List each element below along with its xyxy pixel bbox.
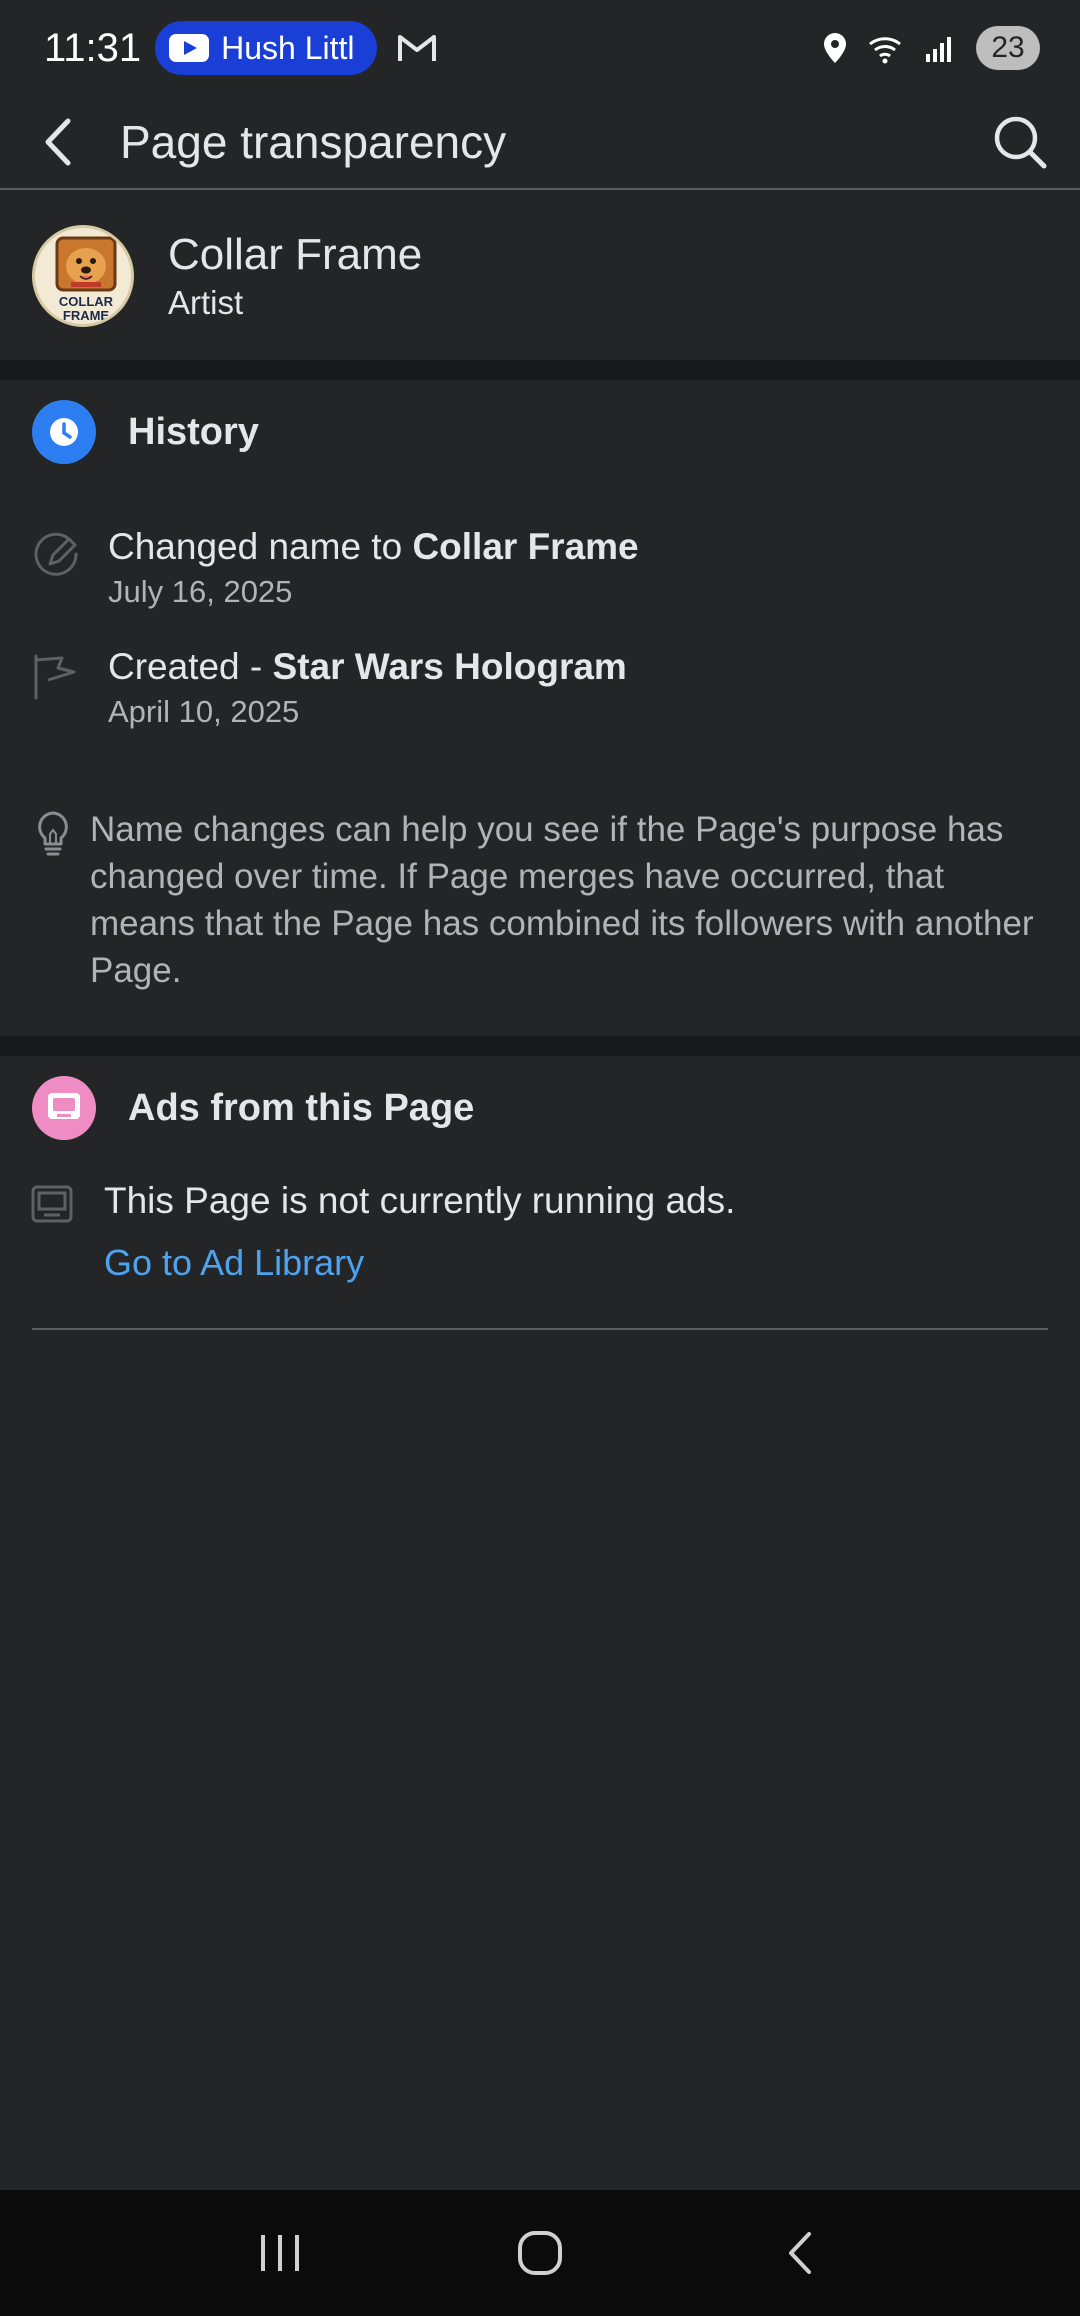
status-bar: 11:31 Hush Littl 23 (0, 0, 1080, 96)
recent-apps-button[interactable] (230, 2213, 330, 2293)
history-item: Created - Star Wars Hologram April 10, 2… (30, 646, 627, 730)
history-item-bold: Collar Frame (412, 526, 639, 567)
ads-monitor-icon (32, 1076, 96, 1140)
page-category: Artist (168, 284, 244, 321)
ad-library-link[interactable]: Go to Ad Library (104, 1242, 735, 1284)
history-item: Changed name to Collar Frame July 16, 20… (30, 526, 639, 610)
history-item-text: Created - Star Wars Hologram (108, 646, 627, 687)
history-item-bold: Star Wars Hologram (272, 646, 627, 687)
ads-section-header: Ads from this Page (32, 1076, 474, 1140)
page-name: Collar Frame (168, 230, 423, 279)
home-icon (518, 2231, 562, 2275)
avatar-text-line1: COLLAR (59, 294, 114, 309)
monitor-icon (31, 1185, 73, 1223)
status-indicators: 23 (820, 26, 1040, 70)
lightbulb-icon (38, 811, 68, 856)
page-profile-header[interactable]: COLLAR FRAME Collar Frame Artist (0, 192, 1080, 360)
recent-apps-icon (261, 2235, 299, 2271)
app-bar: Page transparency (0, 96, 1080, 190)
history-section-header: History (32, 400, 259, 464)
ads-status-text: This Page is not currently running ads. (104, 1180, 736, 1221)
battery-indicator: 23 (976, 26, 1040, 70)
section-separator (0, 1036, 1080, 1056)
system-nav-bar (0, 2190, 1080, 2316)
search-icon (994, 116, 1047, 169)
home-button[interactable] (490, 2213, 590, 2293)
gmail-icon (398, 35, 437, 61)
history-item-text: Changed name to Collar Frame (108, 526, 639, 567)
history-item-date: April 10, 2025 (108, 694, 300, 729)
avatar-text-line2: FRAME (63, 308, 110, 323)
chevron-left-icon (45, 118, 71, 166)
divider (32, 1328, 1048, 1330)
signal-icon (926, 37, 951, 62)
media-pill-text: Hush Littl (221, 29, 355, 66)
history-item-date: July 16, 2025 (108, 574, 293, 609)
media-playing-pill[interactable]: Hush Littl (155, 21, 378, 75)
wifi-icon (869, 37, 901, 64)
status-time: 11:31 (44, 25, 142, 70)
clock-icon (32, 400, 96, 464)
back-button[interactable] (0, 95, 120, 189)
page-title: Page transparency (120, 116, 507, 168)
system-back-button[interactable] (750, 2213, 850, 2293)
ads-status-row: This Page is not currently running ads. … (30, 1180, 735, 1284)
dog-logo-icon: COLLAR FRAME (55, 236, 117, 323)
flag-icon (34, 654, 76, 700)
history-note: Name changes can help you see if the Pag… (30, 806, 1050, 994)
youtube-icon (169, 34, 210, 62)
search-button[interactable] (960, 95, 1080, 189)
back-arrow-icon (789, 2232, 811, 2274)
avatar[interactable]: COLLAR FRAME (32, 225, 134, 327)
profile-text: Collar Frame Artist (168, 230, 422, 322)
pencil-icon (34, 532, 78, 576)
history-note-text: Name changes can help you see if the Pag… (90, 810, 1034, 990)
section-separator (0, 360, 1080, 380)
location-icon (824, 33, 846, 63)
ads-title: Ads from this Page (128, 1086, 475, 1129)
history-title: History (128, 410, 259, 453)
